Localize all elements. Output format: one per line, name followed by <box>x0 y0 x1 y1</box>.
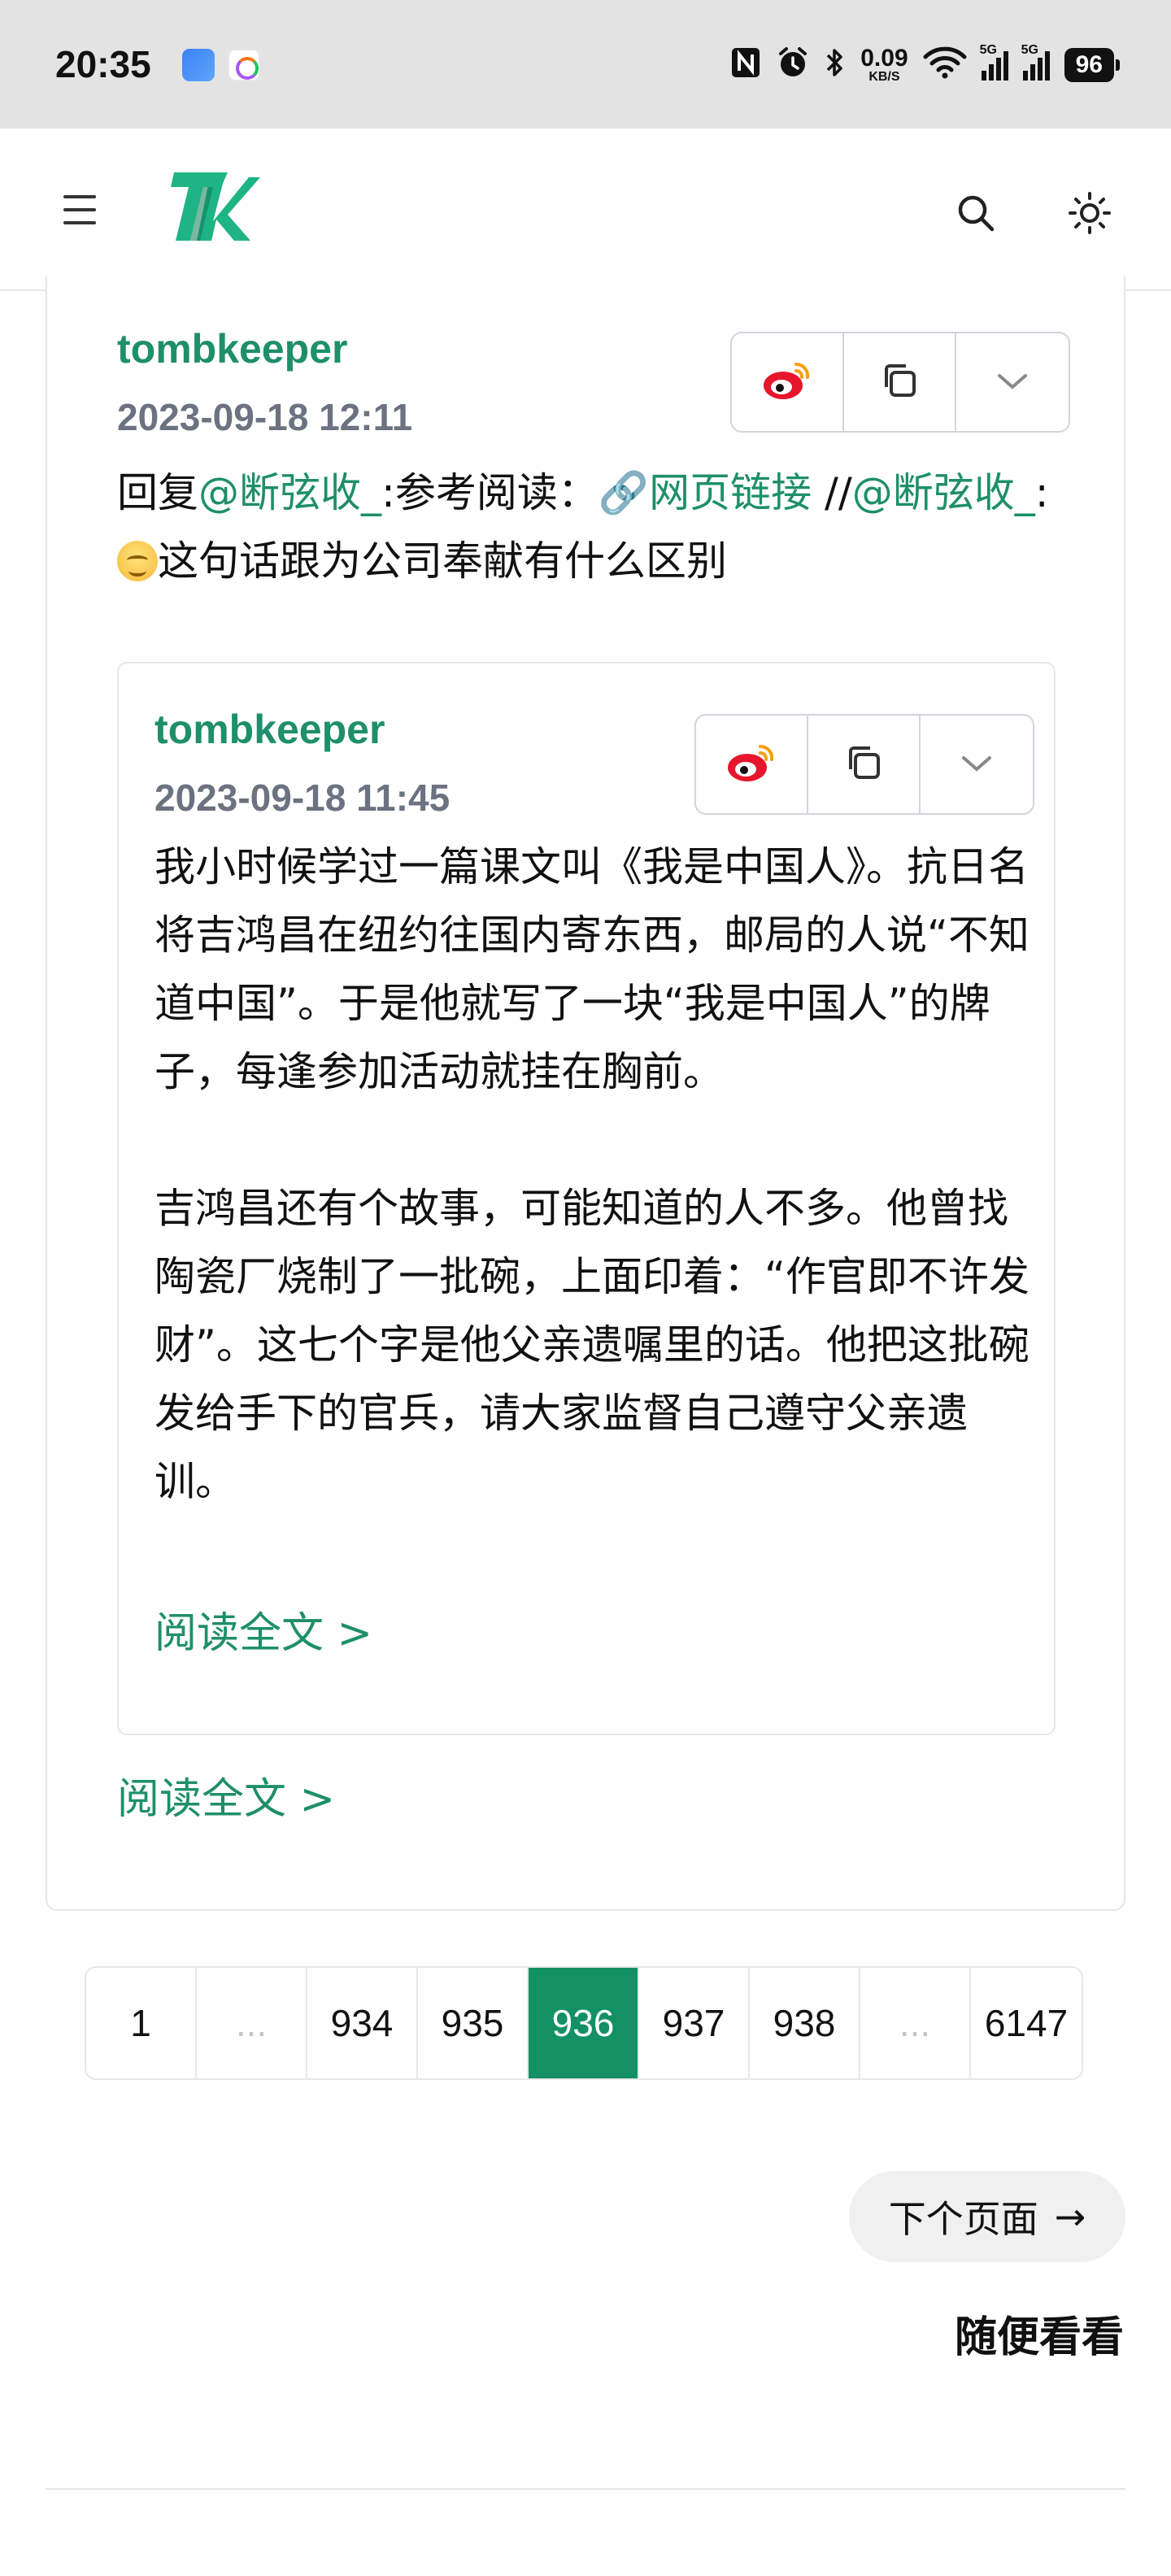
post-author[interactable]: tombkeeper <box>117 325 347 372</box>
footer-divider <box>46 2488 1125 2490</box>
battery-indicator: 96 <box>1064 48 1121 82</box>
page-link[interactable]: 934 <box>307 1968 418 2078</box>
page-link-current[interactable]: 936 <box>529 1968 639 2078</box>
network-speed: 0.09 KB/S <box>860 46 908 84</box>
post-text: 回复@断弦收_:参考阅读：🔗网页链接 //@断弦收_:这句话跟为公司奉献有什么区… <box>117 459 1077 595</box>
page-link-last[interactable]: 6147 <box>971 1968 1082 2078</box>
app-header <box>0 128 1171 291</box>
page-ellipsis: ... <box>860 1968 971 2078</box>
mention-link[interactable]: @断弦收_ <box>198 469 381 516</box>
status-bar: 20:35 0.09 KB/S 5G 5G 96 <box>0 0 1171 128</box>
repost-separator: // <box>812 469 852 516</box>
alarm-icon <box>776 46 810 85</box>
page-link[interactable]: 937 <box>639 1968 750 2078</box>
quoted-more-dropdown-button[interactable] <box>921 716 1033 813</box>
post-read-more-link[interactable]: 阅读全文 > <box>117 1764 335 1825</box>
quoted-paragraph-1: 我小时候学过一篇课文叫《我是中国人》。抗日名将吉鸿昌在纽约往国内寄东西，邮局的人… <box>155 843 1030 1095</box>
gallery-app-icon <box>182 49 215 81</box>
quoted-weibo-button[interactable] <box>696 716 808 813</box>
cell-signal-1-icon: 5G <box>980 43 1008 80</box>
search-icon[interactable] <box>955 192 997 234</box>
page-ellipsis: ... <box>197 1968 307 2078</box>
post-card: tombkeeper 2023-09-18 12:11 回复@断弦收_:参考阅读… <box>46 276 1125 1911</box>
next-page-label: 下个页面 <box>888 2197 1038 2241</box>
bluetooth-icon <box>825 46 846 85</box>
quoted-author[interactable]: tombkeeper <box>155 706 385 753</box>
smile-emoji-icon <box>117 541 158 581</box>
next-page-button[interactable]: 下个页面 → <box>849 2171 1125 2262</box>
weibo-button[interactable] <box>732 333 844 431</box>
mention-colon: : <box>1034 469 1049 516</box>
chevron-down-icon <box>995 369 1030 395</box>
status-time: 20:35 <box>55 43 151 85</box>
page-link[interactable]: 1 <box>86 1968 197 2078</box>
quoted-post-card: tombkeeper 2023-09-18 11:45 我小时候学过一篇课文叫《… <box>117 662 1056 1735</box>
copy-button[interactable] <box>844 333 956 431</box>
weibo-icon <box>762 359 812 405</box>
web-link[interactable]: 🔗网页链接 <box>599 469 812 516</box>
copy-icon <box>842 742 885 787</box>
repost-mention-link[interactable]: @断弦收_ <box>852 469 1035 516</box>
quoted-post-text: 我小时候学过一篇课文叫《我是中国人》。抗日名将吉鸿昌在纽约往国内寄东西，邮局的人… <box>155 833 1033 1516</box>
assistant-app-icon <box>228 49 260 81</box>
page-link[interactable]: 935 <box>418 1968 529 2078</box>
net-speed-value: 0.09 <box>860 45 908 72</box>
copy-icon <box>878 359 921 405</box>
page-link[interactable]: 938 <box>750 1968 860 2078</box>
nfc-icon <box>730 46 761 85</box>
reply-prefix: 回复 <box>117 469 198 516</box>
weibo-icon <box>726 742 777 787</box>
quoted-post-actions <box>694 714 1034 815</box>
site-logo[interactable] <box>171 163 260 252</box>
sun-icon[interactable] <box>1067 190 1112 236</box>
reference-label: :参考阅读： <box>381 469 599 516</box>
reply-text: 这句话跟为公司奉献有什么区别 <box>158 537 727 585</box>
pagination: 1 ... 934 935 936 937 938 ... 6147 <box>85 1966 1083 2080</box>
random-browse-link[interactable]: 随便看看 <box>955 2303 1124 2364</box>
menu-icon[interactable] <box>63 195 96 224</box>
quoted-paragraph-2: 吉鸿昌还有个故事，可能知道的人不多。他曾找陶瓷厂烧制了一批碗，上面印着：“作官即… <box>155 1185 1030 1505</box>
wifi-icon <box>923 46 967 85</box>
post-actions <box>730 332 1070 433</box>
quoted-read-more-link[interactable]: 阅读全文 > <box>155 1599 372 1660</box>
arrow-right-icon: → <box>1054 2195 1086 2239</box>
chevron-down-icon <box>959 751 995 777</box>
net-speed-unit: KB/S <box>868 70 900 84</box>
cell-signal-2-icon: 5G <box>1021 43 1050 80</box>
status-indicators: 0.09 KB/S 5G 5G 96 <box>730 41 1121 89</box>
quoted-copy-button[interactable] <box>808 716 921 813</box>
signal1-label: 5G <box>979 43 997 57</box>
post-time: 2023-09-18 12:11 <box>117 396 413 438</box>
signal2-label: 5G <box>1021 43 1038 57</box>
quoted-time: 2023-09-18 11:45 <box>155 777 451 819</box>
more-dropdown-button[interactable] <box>956 333 1069 431</box>
